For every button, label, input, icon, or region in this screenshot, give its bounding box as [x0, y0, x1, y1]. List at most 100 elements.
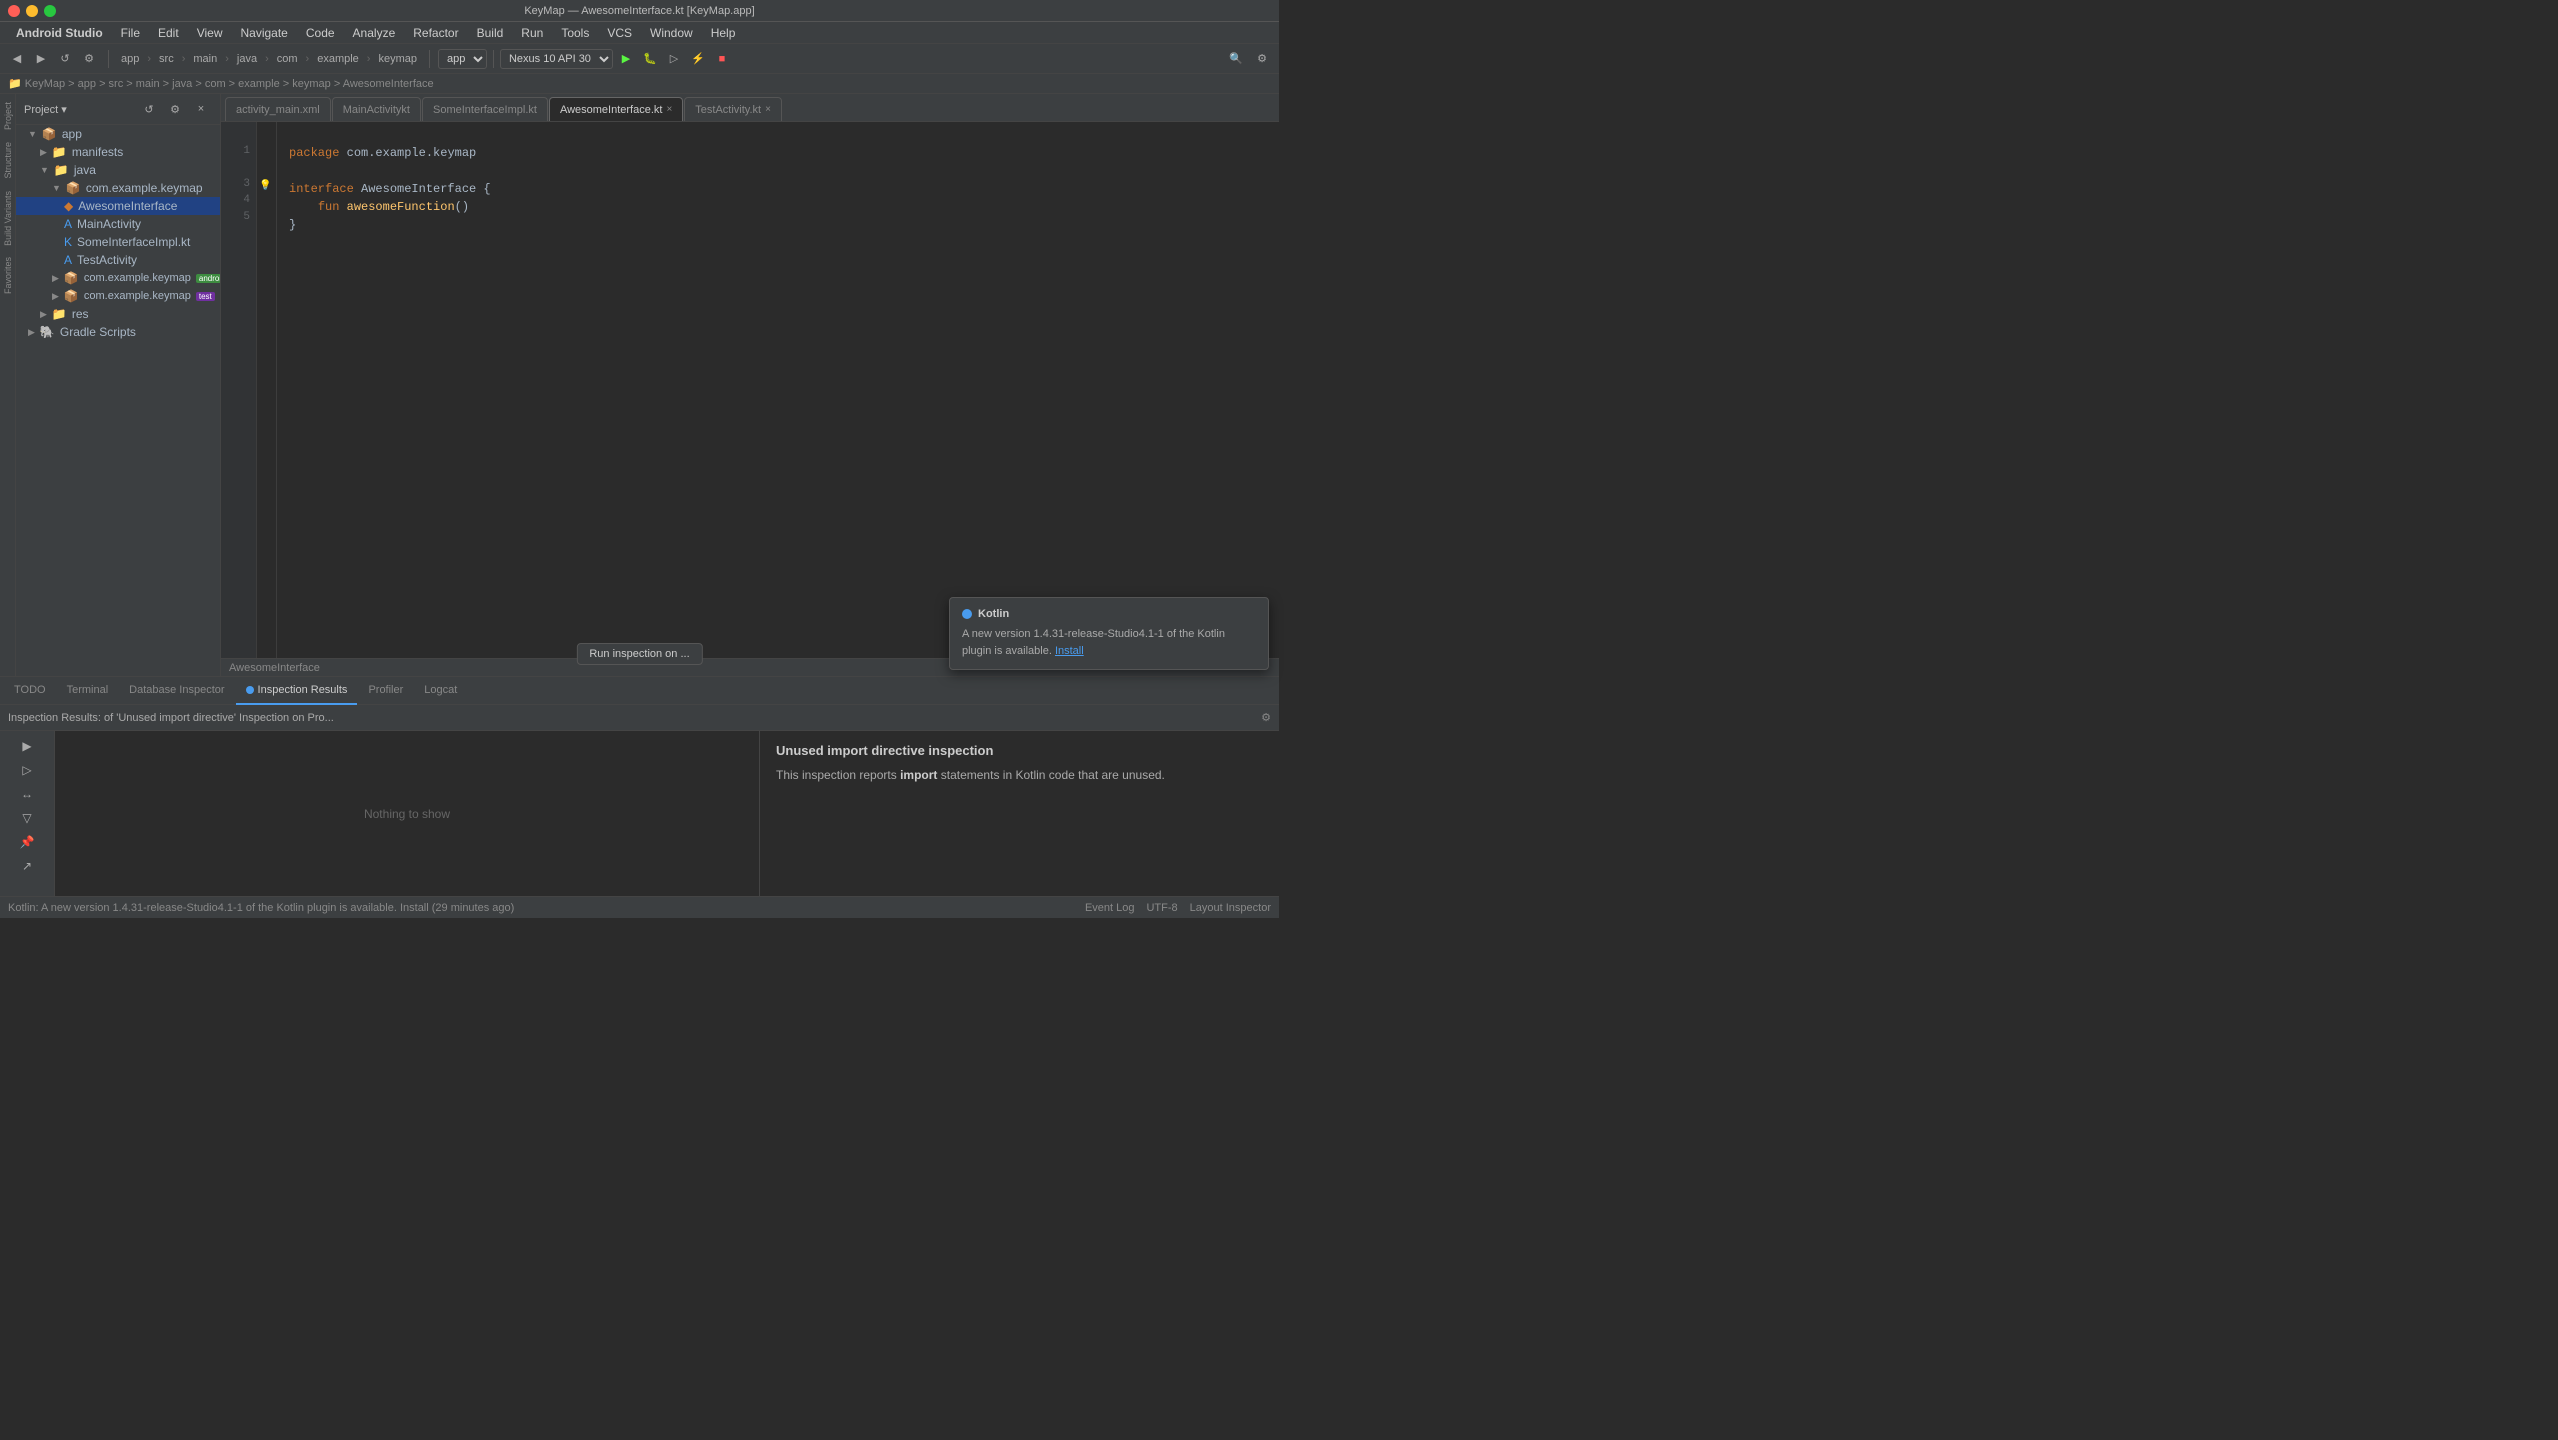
breadcrumb: 📁 KeyMap > app > src > main > java > com…	[0, 74, 1279, 94]
menu-file[interactable]: File	[113, 24, 148, 42]
tab-close-testactivity[interactable]: ×	[765, 104, 771, 115]
favorites-strip-icon[interactable]: Favorites	[3, 253, 13, 298]
sidebar-settings-btn[interactable]: ⚙	[164, 98, 186, 120]
profile-button[interactable]: ⚡	[687, 48, 709, 70]
toolbar-settings-button[interactable]: ⚙	[78, 48, 100, 70]
toolbar-forward-button[interactable]: ▶	[30, 48, 52, 70]
menu-refactor[interactable]: Refactor	[405, 24, 466, 42]
tree-item-test[interactable]: ▶ 📦 com.example.keymap test	[16, 287, 220, 305]
tree-label-awesomeinterface: AwesomeInterface	[78, 199, 177, 213]
sidebar-sync-btn[interactable]: ↺	[138, 98, 160, 120]
menu-android-studio[interactable]: Android Studio	[8, 24, 111, 42]
tab-testactivity[interactable]: TestActivity.kt ×	[684, 97, 782, 121]
debug-button[interactable]: 🐛	[639, 48, 661, 70]
structure-strip-icon[interactable]: Structure	[3, 138, 13, 183]
tree-label-gradle: Gradle Scripts	[60, 325, 136, 339]
tab-mainactivity[interactable]: MainActivitykt	[332, 97, 421, 121]
main-layout: Project Structure Build Variants Favorit…	[0, 94, 1279, 676]
inspection-gear-icon[interactable]: ⚙	[1261, 711, 1271, 724]
insp-filter-btn[interactable]: ▽	[16, 807, 38, 829]
tab-terminal[interactable]: Terminal	[57, 677, 119, 705]
tree-label-someinterfaceimpl: SomeInterfaceImpl.kt	[77, 235, 190, 249]
tab-todo[interactable]: TODO	[4, 677, 56, 705]
menu-code[interactable]: Code	[298, 24, 343, 42]
notification-install-link[interactable]: Install	[1055, 645, 1084, 657]
tab-someinterfaceimpl[interactable]: SomeInterfaceImpl.kt	[422, 97, 548, 121]
tab-logcat[interactable]: Logcat	[414, 677, 467, 705]
tree-item-awesomeinterface[interactable]: ◆ AwesomeInterface	[16, 197, 220, 215]
menu-vcs[interactable]: VCS	[599, 24, 640, 42]
stop-button[interactable]: ■	[711, 48, 733, 70]
layout-inspector-label[interactable]: Layout Inspector	[1190, 902, 1271, 914]
maximize-button[interactable]	[44, 5, 56, 17]
toolbar-sync-button[interactable]: ↺	[54, 48, 76, 70]
results-empty-pane: Nothing to show	[55, 731, 759, 896]
notification-header: Kotlin	[962, 608, 1256, 620]
tree-item-gradle[interactable]: ▶ 🐘 Gradle Scripts	[16, 323, 220, 341]
toolbar-divider-1	[108, 50, 109, 68]
desc-text-before: This inspection reports	[776, 768, 900, 782]
tree-item-app[interactable]: ▼ 📦 app	[16, 125, 220, 143]
toolbar-right-icons: 🔍 ⚙	[1225, 48, 1273, 70]
desc-text-after: statements in Kotlin code that are unuse…	[941, 768, 1165, 782]
tab-profiler-label: Profiler	[368, 684, 403, 696]
insp-pin-btn[interactable]: 📌	[16, 831, 38, 853]
settings-button[interactable]: ⚙	[1251, 48, 1273, 70]
tab-profiler[interactable]: Profiler	[358, 677, 413, 705]
code-line-close: }	[289, 216, 1267, 234]
toolbar-app-label: app	[117, 53, 143, 65]
tree-item-res[interactable]: ▶ 📁 res	[16, 305, 220, 323]
description-text: This inspection reports import statement…	[776, 766, 1263, 784]
tree-item-someinterfaceimpl[interactable]: K SomeInterfaceImpl.kt	[16, 233, 220, 251]
menu-build[interactable]: Build	[469, 24, 512, 42]
project-strip-icon[interactable]: Project	[3, 98, 13, 134]
insp-run-btn[interactable]: ▶	[16, 735, 38, 757]
sidebar-close-btn[interactable]: ×	[190, 98, 212, 120]
bottom-panel: TODO Terminal Database Inspector Inspect…	[0, 676, 1279, 896]
tree-item-androidtest[interactable]: ▶ 📦 com.example.keymap androidTest	[16, 269, 220, 287]
search-everywhere-button[interactable]: 🔍	[1225, 48, 1247, 70]
toolbar-back-button[interactable]: ◀	[6, 48, 28, 70]
tab-activity-main[interactable]: activity_main.xml	[225, 97, 331, 121]
tree-item-testactivity[interactable]: A TestActivity	[16, 251, 220, 269]
code-content[interactable]: package package com.example.keymap com.e…	[277, 122, 1279, 658]
tab-inspection-results[interactable]: Inspection Results	[236, 677, 358, 705]
android-test-badge: androidTest	[196, 274, 220, 283]
menu-navigate[interactable]: Navigate	[232, 24, 295, 42]
tab-awesomeinterface[interactable]: AwesomeInterface.kt ×	[549, 97, 683, 121]
menu-edit[interactable]: Edit	[150, 24, 187, 42]
tree-item-java[interactable]: ▼ 📁 java	[16, 161, 220, 179]
buildvariants-strip-icon[interactable]: Build Variants	[3, 187, 13, 250]
toolbar-device-dropdown[interactable]: Nexus 10 API 30	[500, 49, 613, 69]
event-log-label[interactable]: Event Log	[1085, 902, 1135, 914]
window-controls	[8, 5, 56, 17]
code-editor[interactable]: 1 3 4 5 💡 package	[221, 122, 1279, 658]
minimize-button[interactable]	[26, 5, 38, 17]
tree-item-package[interactable]: ▼ 📦 com.example.keymap	[16, 179, 220, 197]
close-button[interactable]	[8, 5, 20, 17]
toolbar-app-dropdown[interactable]: app	[438, 49, 487, 69]
menu-tools[interactable]: Tools	[553, 24, 597, 42]
run-inspection-button[interactable]: Run inspection on ...	[576, 643, 702, 665]
nothing-to-show-label: Nothing to show	[364, 807, 450, 821]
menu-analyze[interactable]: Analyze	[345, 24, 404, 42]
toolbar-divider-3	[493, 50, 494, 68]
utf8-label[interactable]: UTF-8	[1146, 902, 1177, 914]
menu-view[interactable]: View	[189, 24, 231, 42]
insp-run2-btn[interactable]: ▷	[16, 759, 38, 781]
tab-database-inspector[interactable]: Database Inspector	[119, 677, 234, 705]
run-button[interactable]: ▶	[615, 48, 637, 70]
breadcrumb-text: 📁 KeyMap > app > src > main > java > com…	[8, 77, 434, 90]
tree-item-manifests[interactable]: ▶ 📁 manifests	[16, 143, 220, 161]
menu-help[interactable]: Help	[703, 24, 744, 42]
tree-item-mainactivity[interactable]: A MainActivity	[16, 215, 220, 233]
tab-close-awesomeinterface[interactable]: ×	[666, 104, 672, 115]
toolbar-example-label: example	[313, 53, 363, 65]
tree-label-java: java	[74, 163, 96, 177]
code-line-fun: fun awesomeFunction ()	[289, 198, 1267, 216]
run-with-coverage-button[interactable]: ▷	[663, 48, 685, 70]
menu-run[interactable]: Run	[513, 24, 551, 42]
insp-expand-btn[interactable]: ↔	[16, 783, 38, 805]
insp-export-btn[interactable]: ↗	[16, 855, 38, 877]
menu-window[interactable]: Window	[642, 24, 701, 42]
